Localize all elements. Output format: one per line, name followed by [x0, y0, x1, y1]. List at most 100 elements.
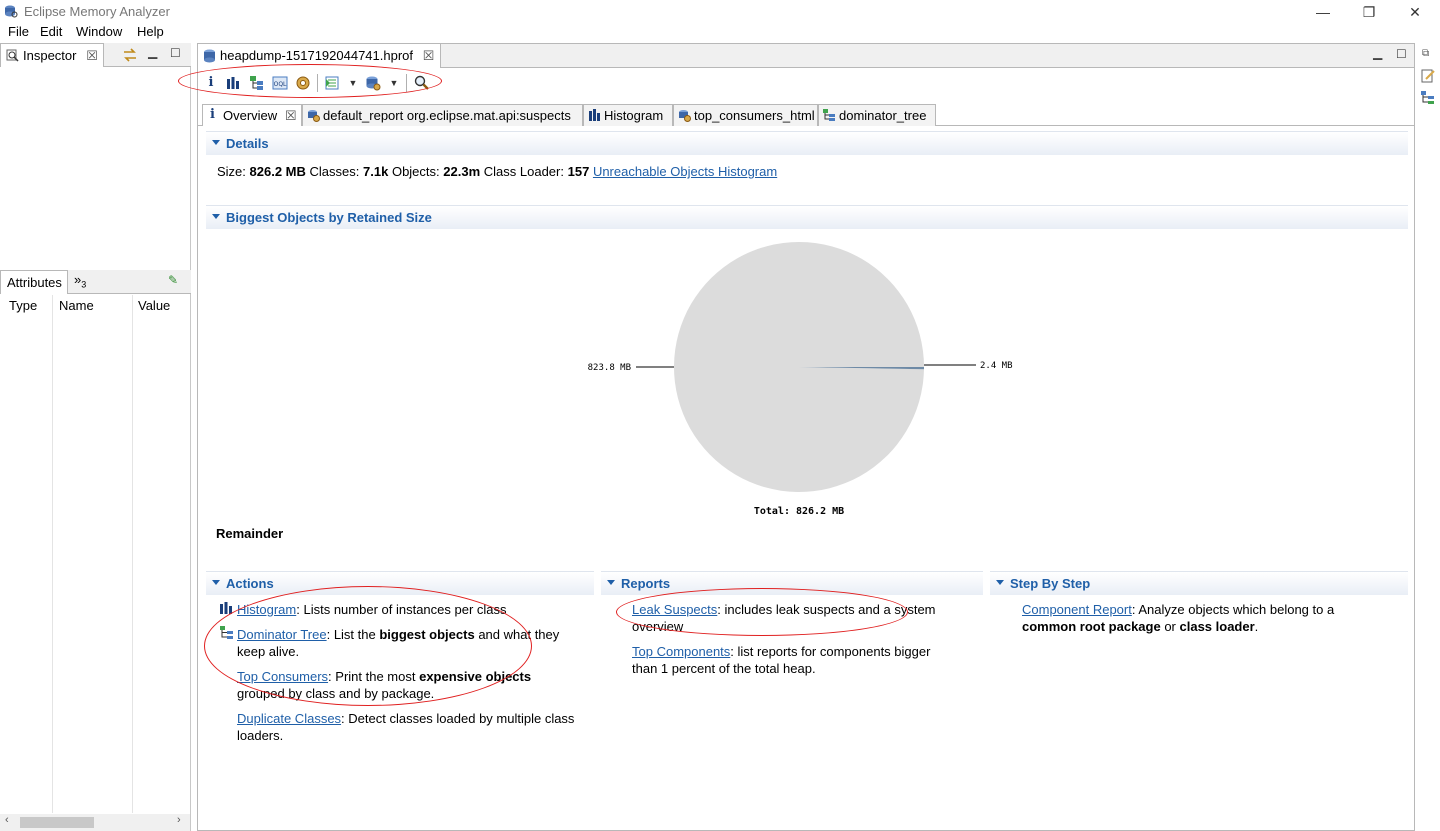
heapdump-dropdown-icon[interactable]: ▼ — [385, 74, 403, 92]
menu-edit[interactable]: Edit — [40, 24, 62, 39]
collapse-icon — [212, 580, 220, 585]
tab-top-consumers[interactable]: top_consumers_html — [673, 104, 818, 126]
top-consumers-link[interactable]: Top Consumers — [237, 669, 328, 684]
consumers-emphasis: expensive objects — [419, 669, 532, 684]
size-label: Size: — [217, 164, 246, 179]
menu-window[interactable]: Window — [76, 24, 122, 39]
heap-dump-icon[interactable] — [365, 75, 381, 91]
histogram-icon — [220, 602, 232, 614]
histogram-link[interactable]: Histogram — [237, 602, 296, 617]
search-icon[interactable] — [414, 75, 430, 91]
tab-overview-label: Overview — [223, 108, 278, 123]
title-bar: Eclipse Memory Analyzer — ❐ ✕ — [0, 0, 1440, 24]
scroll-right-icon[interactable]: › — [177, 814, 181, 826]
step-by-step-heading: Step By Step — [1010, 576, 1091, 591]
scroll-left-icon[interactable]: ‹ — [5, 814, 9, 826]
tab-dominator-tree-label: dominator_tree — [839, 108, 927, 123]
link-with-selection-icon[interactable] — [122, 48, 138, 62]
column-divider — [52, 295, 53, 813]
maximize-view-icon[interactable]: ☐ — [170, 46, 181, 60]
close-icon[interactable]: ☒ — [86, 48, 98, 63]
classes-label: Classes: — [309, 164, 360, 179]
restore-button[interactable]: ❐ — [1346, 2, 1392, 22]
overflow-tabs-button[interactable]: »3 — [74, 272, 86, 290]
histogram-icon[interactable] — [226, 76, 240, 90]
toolbar-separator — [317, 74, 318, 92]
details-section-header[interactable]: Details — [206, 131, 1408, 155]
report-leak-suspects: Leak Suspects: includes leak suspects an… — [632, 601, 972, 635]
maximize-editor-icon[interactable]: ☐ — [1396, 47, 1407, 61]
inspector-icon — [6, 49, 19, 62]
component-description: . — [1254, 619, 1259, 634]
scroll-thumb[interactable] — [20, 817, 94, 828]
class-loader-value: 157 — [567, 164, 590, 179]
right-trim-bar: ⧉ — [1417, 43, 1440, 831]
navigation-history-icon[interactable] — [1420, 90, 1436, 106]
query-browser-icon[interactable] — [325, 75, 341, 91]
column-type[interactable]: Type — [9, 298, 37, 313]
editor-area: heapdump-1517192044741.hprof ☒ ▁ ☐ i OQL… — [197, 43, 1415, 831]
menu-help[interactable]: Help — [137, 24, 164, 39]
column-value[interactable]: Value — [138, 298, 170, 313]
close-icon[interactable]: ☒ — [423, 48, 435, 63]
component-report-link[interactable]: Component Report — [1022, 602, 1132, 617]
horizontal-scrollbar[interactable]: ‹ › — [0, 814, 190, 831]
class-loader-label: Class Loader: — [483, 164, 564, 179]
tab-heapdump[interactable]: heapdump-1517192044741.hprof ☒ — [198, 44, 442, 68]
report-icon — [679, 110, 691, 122]
svg-text:OQL: OQL — [274, 81, 287, 88]
gear-icon[interactable] — [295, 75, 311, 91]
pin-icon[interactable]: ✎ — [168, 273, 178, 287]
minimize-button[interactable]: — — [1300, 2, 1346, 22]
minimize-view-icon[interactable]: ▁ — [148, 45, 157, 59]
tab-overview[interactable]: i Overview ☒ — [202, 104, 302, 126]
restore-perspective-icon[interactable]: ⧉ — [1422, 48, 1429, 59]
components-description: : list reports for components bigger — [730, 644, 931, 659]
menu-file[interactable]: File — [8, 24, 29, 39]
step-by-step-section-header[interactable]: Step By Step — [990, 571, 1408, 595]
step-component-report: Component Report: Analyze objects which … — [1022, 601, 1382, 635]
details-summary: Size: 826.2 MB Classes: 7.1k Objects: 22… — [217, 163, 777, 180]
oql-icon[interactable]: OQL — [272, 75, 288, 91]
top-components-link[interactable]: Top Components — [632, 644, 730, 659]
dominator-tree-icon — [220, 626, 233, 639]
component-description: or — [1160, 619, 1180, 634]
collapse-icon — [212, 140, 220, 145]
column-name[interactable]: Name — [59, 298, 94, 313]
tab-histogram[interactable]: Histogram — [583, 104, 673, 126]
duplicate-classes-link[interactable]: Duplicate Classes — [237, 711, 341, 726]
retained-size-pie-chart[interactable]: 823.8 MB 2.4 MB Total: 826.2 MB — [579, 237, 1029, 527]
reports-section-header[interactable]: Reports — [601, 571, 983, 595]
unreachable-objects-link[interactable]: Unreachable Objects Histogram — [593, 164, 777, 179]
action-top-consumers: Top Consumers: Print the most expensive … — [237, 668, 577, 702]
actions-section-header[interactable]: Actions — [206, 571, 594, 595]
tab-heapdump-label: heapdump-1517192044741.hprof — [220, 48, 414, 63]
notes-icon[interactable] — [1420, 68, 1436, 84]
query-dropdown-icon[interactable]: ▼ — [344, 74, 362, 92]
attributes-tabbar: Attributes »3 ✎ — [0, 270, 191, 294]
pie-slice[interactable] — [674, 241, 924, 492]
attributes-header: Type Name Value — [0, 295, 190, 313]
dominator-description: keep alive. — [237, 644, 300, 659]
tab-default-report[interactable]: default_report org.eclipse.mat.api:suspe… — [302, 104, 583, 126]
dominator-tree-icon — [823, 109, 835, 121]
histogram-description: : Lists number of instances per class — [296, 602, 507, 617]
dominator-description: and what they — [474, 627, 560, 642]
tab-dominator-tree[interactable]: dominator_tree — [818, 104, 936, 126]
close-icon[interactable]: ☒ — [285, 108, 297, 123]
dominator-tree-link[interactable]: Dominator Tree — [237, 627, 327, 642]
close-button[interactable]: ✕ — [1392, 2, 1438, 22]
minimize-editor-icon[interactable]: ▁ — [1373, 46, 1382, 60]
tab-inspector[interactable]: Inspector ☒ — [0, 43, 104, 67]
components-description: than 1 percent of the total heap. — [632, 661, 816, 676]
dominator-emphasis: biggest objects — [379, 627, 475, 642]
info-icon[interactable]: i — [202, 74, 220, 92]
leak-suspects-link[interactable]: Leak Suspects — [632, 602, 717, 617]
dominator-tree-icon[interactable] — [249, 75, 265, 91]
tab-attributes[interactable]: Attributes — [0, 270, 68, 294]
window-title: Eclipse Memory Analyzer — [24, 4, 170, 19]
biggest-objects-section-header[interactable]: Biggest Objects by Retained Size — [206, 205, 1408, 229]
action-dominator-tree: Dominator Tree: List the biggest objects… — [237, 626, 577, 660]
actions-heading: Actions — [226, 576, 274, 591]
toolbar-separator — [406, 74, 407, 92]
